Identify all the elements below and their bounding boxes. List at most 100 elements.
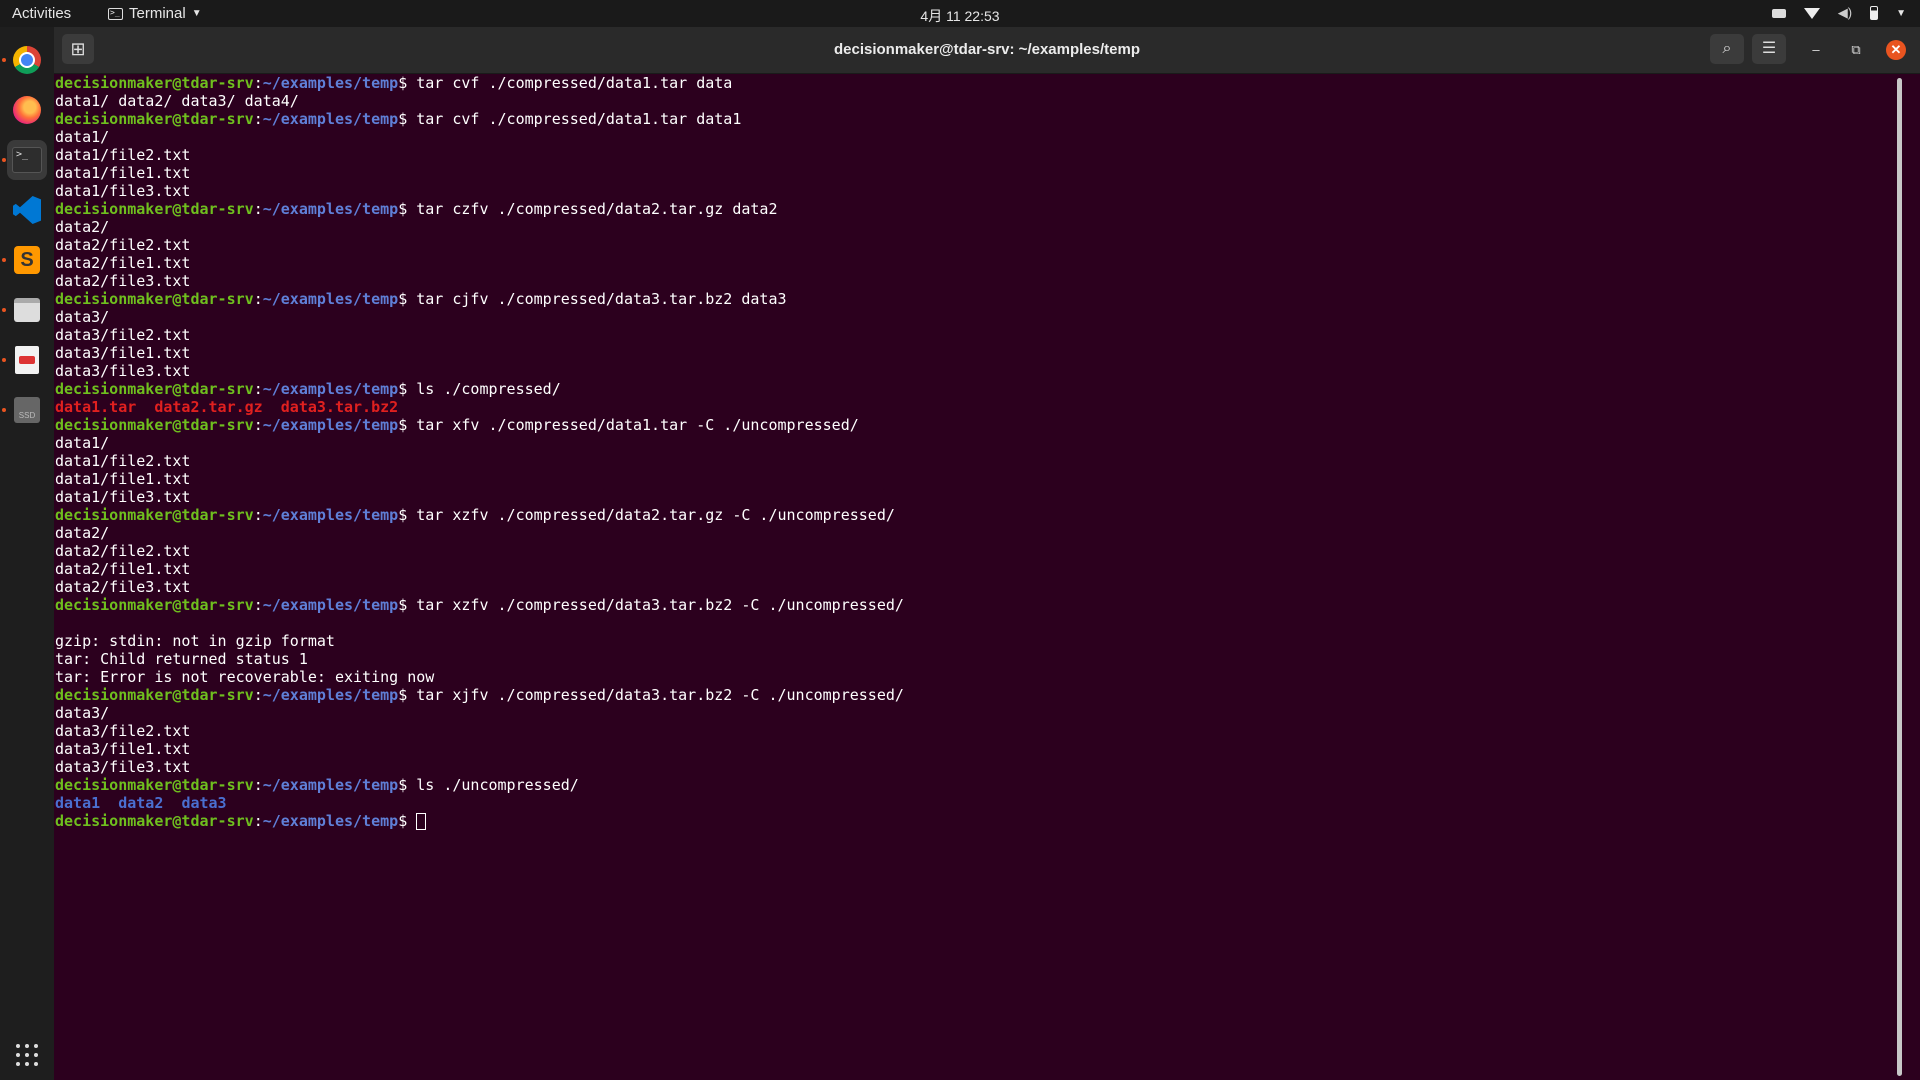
command-text: tar xjfv ./compressed/data3.tar.bz2 -C .… [416, 686, 904, 704]
command-text: ls ./compressed/ [416, 380, 561, 398]
dock-vscode[interactable] [7, 190, 47, 230]
output-line: data3/file1.txt [55, 740, 191, 758]
output-line: data3/ [55, 308, 110, 326]
output-line: data3/file3.txt [55, 362, 191, 380]
prompt-user-host: decisionmaker@tdar-srv [55, 596, 254, 614]
output-line: tar: Child returned status 1 [55, 650, 308, 668]
dock-chrome[interactable] [7, 40, 47, 80]
output-line: data1/file1.txt [55, 164, 191, 182]
output-line: data3/file2.txt [55, 326, 191, 344]
scrollbar[interactable] [1897, 78, 1902, 1076]
battery-icon[interactable] [1870, 6, 1879, 20]
prompt-line: decisionmaker@tdar-srv:~/examples/temp$ … [55, 110, 742, 128]
prompt-path: ~/examples/temp [262, 200, 399, 218]
dock: >_ S SSD [0, 27, 54, 1080]
output-line: gzip: stdin: not in gzip format [55, 632, 335, 650]
system-menu-chevron-icon[interactable]: ▼ [1896, 8, 1906, 19]
output-line: data2/file3.txt [55, 272, 191, 290]
output-line: data3/file2.txt [55, 722, 191, 740]
chrome-icon [13, 46, 41, 74]
ls-entry: data2 [118, 794, 164, 812]
search-button[interactable]: ⌕ [1710, 34, 1744, 64]
output-line: data1/file2.txt [55, 452, 191, 470]
output-line: data1/ data2/ data3/ data4/ [55, 92, 299, 110]
clock[interactable]: 4月 11 22:53 [0, 6, 1920, 26]
minimize-button[interactable]: – [1806, 40, 1826, 60]
app-grid-icon[interactable] [16, 1044, 38, 1066]
dock-terminal[interactable]: >_ [7, 140, 47, 180]
prompt-path: ~/examples/temp [262, 812, 399, 830]
prompt-line: decisionmaker@tdar-srv:~/examples/temp$ … [55, 380, 561, 398]
ls-entry: data1 [55, 794, 101, 812]
prompt-path: ~/examples/temp [262, 506, 399, 524]
output-line: tar: Error is not recoverable: exiting n… [55, 668, 435, 686]
running-indicator [2, 258, 6, 262]
prompt-line: decisionmaker@tdar-srv:~/examples/temp$ … [55, 416, 859, 434]
output-line: data2/ [55, 218, 110, 236]
prompt-line: decisionmaker@tdar-srv:~/examples/temp$ … [55, 200, 778, 218]
running-indicator [2, 358, 6, 362]
output-line: data2/ [55, 524, 110, 542]
prompt-line: decisionmaker@tdar-srv:~/examples/temp$ … [55, 596, 904, 614]
prompt-user-host: decisionmaker@tdar-srv [55, 812, 254, 830]
prompt-path: ~/examples/temp [262, 380, 399, 398]
terminal-header-bar: ⊞ decisionmaker@tdar-srv: ~/examples/tem… [54, 27, 1920, 74]
prompt-line: decisionmaker@tdar-srv:~/examples/temp$ … [55, 506, 895, 524]
prompt-path: ~/examples/temp [262, 416, 399, 434]
restore-button[interactable]: ⧉ [1846, 40, 1866, 60]
prompt-path: ~/examples/temp [262, 686, 399, 704]
output-line: data1/file2.txt [55, 146, 191, 164]
running-indicator [2, 58, 6, 62]
output-line: data1/ [55, 434, 110, 452]
running-indicator [2, 408, 6, 412]
keyboard-icon[interactable] [1771, 8, 1786, 18]
prompt-path: ~/examples/temp [262, 776, 399, 794]
menu-button[interactable]: ☰ [1752, 34, 1786, 64]
dock-files[interactable] [7, 290, 47, 330]
ls-output-line: data1 data2 data3 [55, 794, 904, 812]
ls-entry: data1.tar [55, 398, 137, 416]
prompt-user-host: decisionmaker@tdar-srv [55, 74, 254, 92]
window-title: decisionmaker@tdar-srv: ~/examples/temp [833, 41, 1140, 58]
text-cursor [416, 813, 427, 830]
dock-firefox[interactable] [7, 90, 47, 130]
output-line: data2/file1.txt [55, 254, 191, 272]
prompt-user-host: decisionmaker@tdar-srv [55, 200, 254, 218]
output-line: data1/file3.txt [55, 182, 191, 200]
files-icon [14, 298, 40, 322]
sublime-text-icon: S [14, 246, 40, 274]
ls-entry: data2.tar.gz [154, 398, 263, 416]
prompt-line: decisionmaker@tdar-srv:~/examples/temp$ … [55, 686, 904, 704]
terminal-icon: >_ [12, 147, 42, 173]
prompt-user-host: decisionmaker@tdar-srv [55, 686, 254, 704]
firefox-icon [13, 96, 41, 124]
prompt-user-host: decisionmaker@tdar-srv [55, 776, 254, 794]
system-tray[interactable]: ◀) ▼ [1771, 5, 1906, 21]
output-line: data3/file1.txt [55, 344, 191, 362]
output-line: data2/file3.txt [55, 578, 191, 596]
wifi-icon[interactable] [1803, 7, 1820, 19]
prompt-path: ~/examples/temp [262, 596, 399, 614]
terminal-output[interactable]: decisionmaker@tdar-srv:~/examples/temp$ … [54, 74, 1904, 1080]
close-button[interactable]: ✕ [1886, 40, 1906, 60]
vscode-icon [13, 196, 41, 224]
prompt-user-host: decisionmaker@tdar-srv [55, 380, 254, 398]
output-line: data2/file2.txt [55, 542, 191, 560]
terminal-lines: decisionmaker@tdar-srv:~/examples/temp$ … [54, 74, 904, 830]
command-text: tar cvf ./compressed/data1.tar data [416, 74, 733, 92]
dock-ssd-drive[interactable]: SSD [7, 390, 47, 430]
document-viewer-icon [15, 346, 39, 374]
prompt-path: ~/examples/temp [262, 290, 399, 308]
ls-output-line: data1.tar data2.tar.gz data3.tar.bz2 [55, 398, 904, 416]
dock-document-viewer[interactable] [7, 340, 47, 380]
ssd-drive-icon: SSD [14, 397, 40, 423]
hamburger-menu-icon: ☰ [1761, 40, 1777, 57]
volume-icon[interactable]: ◀) [1838, 5, 1852, 21]
ls-entry: data3 [181, 794, 227, 812]
dock-sublime-text[interactable]: S [7, 240, 47, 280]
command-text: tar cvf ./compressed/data1.tar data1 [416, 110, 742, 128]
top-bar: Activities >_ Terminal ▼ 4月 11 22:53 ◀) … [0, 0, 1920, 27]
output-line: data3/ [55, 704, 110, 722]
output-line: data1/ [55, 128, 110, 146]
